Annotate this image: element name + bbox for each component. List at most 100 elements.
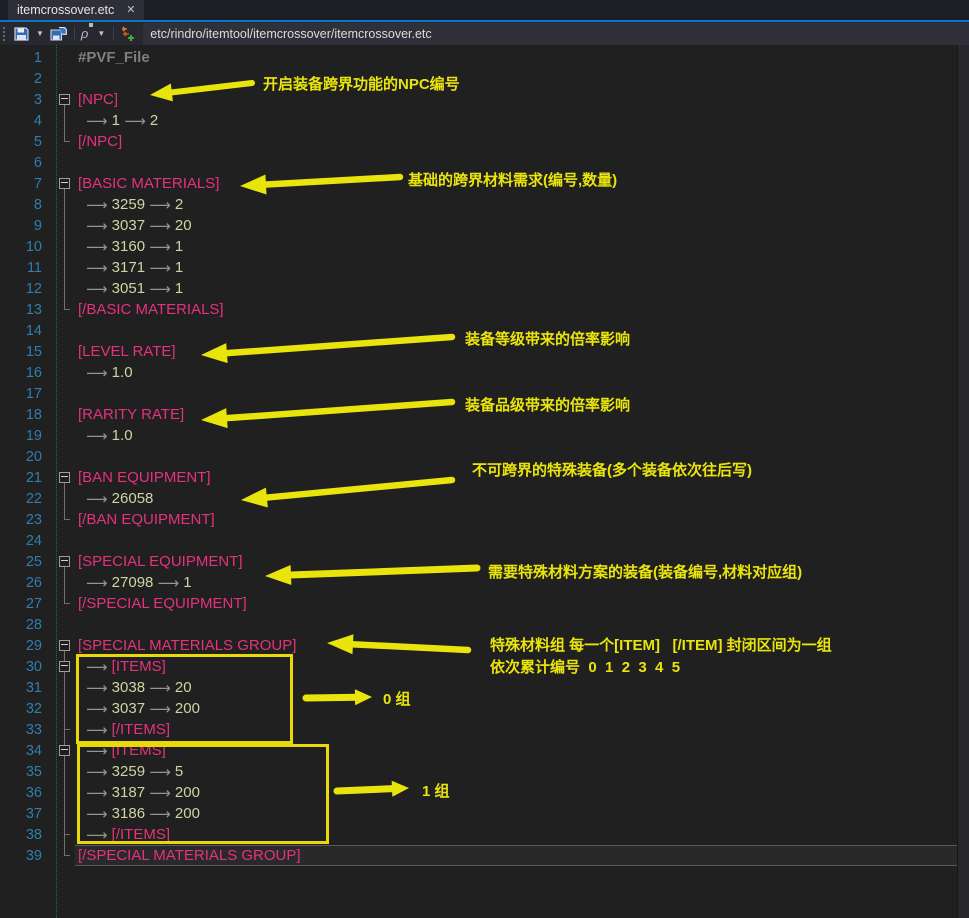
code-text: [LEVEL RATE] bbox=[75, 341, 958, 362]
toolbar-separator bbox=[74, 26, 75, 41]
fold-collapse-icon[interactable] bbox=[56, 551, 75, 572]
line-number: 27 bbox=[0, 596, 56, 612]
pvf-tag: [ITEMS] bbox=[112, 742, 166, 759]
code-line[interactable]: 35⟶ 3259 ⟶ 5 bbox=[0, 761, 969, 782]
code-line[interactable]: 25[SPECIAL EQUIPMENT] bbox=[0, 551, 969, 572]
code-line[interactable]: 14 bbox=[0, 320, 969, 341]
fold-collapse-icon[interactable] bbox=[56, 89, 75, 110]
code-text bbox=[75, 530, 958, 551]
code-text bbox=[75, 152, 958, 173]
tree-sync-icon[interactable] bbox=[118, 23, 139, 44]
code-line[interactable]: 6 bbox=[0, 152, 969, 173]
save-dropdown-caret[interactable]: ▼ bbox=[32, 29, 48, 38]
fold-collapse-icon[interactable] bbox=[56, 173, 75, 194]
vertical-scrollbar[interactable] bbox=[957, 45, 969, 918]
code-text: [RARITY RATE] bbox=[75, 404, 958, 425]
code-line[interactable]: 10⟶ 3160 ⟶ 1 bbox=[0, 236, 969, 257]
line-number: 35 bbox=[0, 764, 56, 780]
toolbar: ▼ ρ ▼ etc/rindro/itemtool/itemcrossover/… bbox=[0, 22, 969, 45]
code-text: ⟶ 3038 ⟶ 20 bbox=[75, 677, 958, 698]
code-text: ⟶ 3171 ⟶ 1 bbox=[75, 257, 958, 278]
code-line[interactable]: 5[/NPC] bbox=[0, 131, 969, 152]
line-number: 3 bbox=[0, 92, 56, 108]
code-line[interactable]: 15[LEVEL RATE] bbox=[0, 341, 969, 362]
pvf-tag: [SPECIAL EQUIPMENT] bbox=[78, 553, 242, 570]
fold-collapse-icon[interactable] bbox=[56, 467, 75, 488]
pvf-value: 1 bbox=[171, 259, 184, 276]
code-text: ⟶ 27098 ⟶ 1 bbox=[75, 572, 958, 593]
code-line[interactable]: 7[BASIC MATERIALS] bbox=[0, 173, 969, 194]
code-line[interactable]: 12⟶ 3051 ⟶ 1 bbox=[0, 278, 969, 299]
tab-bar: itemcrossover.etc ✕ bbox=[0, 0, 969, 20]
tab-itemcrossover[interactable]: itemcrossover.etc ✕ bbox=[8, 0, 144, 20]
code-line[interactable]: 36⟶ 3187 ⟶ 200 bbox=[0, 782, 969, 803]
code-line[interactable]: 23[/BAN EQUIPMENT] bbox=[0, 509, 969, 530]
code-line[interactable]: 22⟶ 26058 bbox=[0, 488, 969, 509]
pvf-tag: [ITEMS] bbox=[112, 658, 166, 675]
code-line[interactable]: 20 bbox=[0, 446, 969, 467]
line-number: 34 bbox=[0, 743, 56, 759]
code-line[interactable]: 33⟶ [/ITEMS] bbox=[0, 719, 969, 740]
line-number: 22 bbox=[0, 491, 56, 507]
code-line[interactable]: 24 bbox=[0, 530, 969, 551]
fold-guide bbox=[56, 425, 75, 446]
code-line[interactable]: 26⟶ 27098 ⟶ 1 bbox=[0, 572, 969, 593]
code-line[interactable]: 18[RARITY RATE] bbox=[0, 404, 969, 425]
fold-guide bbox=[56, 131, 75, 152]
fold-collapse-icon[interactable] bbox=[56, 656, 75, 677]
line-number: 19 bbox=[0, 428, 56, 444]
pvf-value: 3171 bbox=[108, 259, 150, 276]
code-line[interactable]: 19⟶ 1.0 bbox=[0, 425, 969, 446]
line-number: 23 bbox=[0, 512, 56, 528]
save-icon[interactable] bbox=[11, 23, 32, 44]
arrow-glyph: ⟶ bbox=[86, 805, 108, 823]
fold-guide bbox=[56, 488, 75, 509]
arrow-glyph: ⟶ bbox=[86, 427, 108, 445]
code-line[interactable]: 32⟶ 3037 ⟶ 200 bbox=[0, 698, 969, 719]
save-as-icon[interactable] bbox=[48, 23, 70, 44]
arrow-glyph: ⟶ bbox=[86, 238, 108, 256]
tab-label: itemcrossover.etc bbox=[17, 3, 114, 17]
code-line[interactable]: 16⟶ 1.0 bbox=[0, 362, 969, 383]
code-line[interactable]: 3[NPC] bbox=[0, 89, 969, 110]
code-line[interactable]: 11⟶ 3171 ⟶ 1 bbox=[0, 257, 969, 278]
code-text: ⟶ [/ITEMS] bbox=[75, 824, 958, 845]
code-text: ⟶ 1.0 bbox=[75, 362, 958, 383]
code-line[interactable]: 8⟶ 3259 ⟶ 2 bbox=[0, 194, 969, 215]
fold-guide bbox=[56, 383, 75, 404]
format-dropdown-caret[interactable]: ▼ bbox=[93, 29, 109, 38]
file-path-field[interactable]: etc/rindro/itemtool/itemcrossover/itemcr… bbox=[143, 23, 969, 45]
code-line[interactable]: 17 bbox=[0, 383, 969, 404]
code-line[interactable]: 28 bbox=[0, 614, 969, 635]
pvf-tag: [/NPC] bbox=[78, 133, 122, 150]
fold-collapse-icon[interactable] bbox=[56, 635, 75, 656]
code-text: ⟶ 3187 ⟶ 200 bbox=[75, 782, 958, 803]
toolbar-grip-handle[interactable] bbox=[2, 26, 7, 41]
code-line[interactable]: 37⟶ 3186 ⟶ 200 bbox=[0, 803, 969, 824]
arrow-glyph: ⟶ bbox=[149, 280, 171, 298]
code-line[interactable]: 29 [SPECIAL MATERIALS GROUP] bbox=[0, 635, 969, 656]
code-line[interactable]: 39[/SPECIAL MATERIALS GROUP] bbox=[0, 845, 969, 866]
line-number: 29 bbox=[0, 638, 56, 654]
arrow-glyph: ⟶ bbox=[124, 112, 146, 130]
code-line[interactable]: 21[BAN EQUIPMENT] bbox=[0, 467, 969, 488]
code-line[interactable]: 31⟶ 3038 ⟶ 20 bbox=[0, 677, 969, 698]
code-line[interactable]: 38⟶ [/ITEMS] bbox=[0, 824, 969, 845]
pvf-tag: [SPECIAL MATERIALS GROUP] bbox=[78, 637, 296, 654]
code-line[interactable]: 1#PVF_File bbox=[0, 47, 969, 68]
fold-collapse-icon[interactable] bbox=[56, 740, 75, 761]
code-line[interactable]: 4⟶ 1 ⟶ 2 bbox=[0, 110, 969, 131]
code-line[interactable]: 2 bbox=[0, 68, 969, 89]
code-line[interactable]: 34⟶ [ITEMS] bbox=[0, 740, 969, 761]
code-editor[interactable]: 1#PVF_File23[NPC]4⟶ 1 ⟶ 25[/NPC]67[BASIC… bbox=[0, 45, 969, 918]
pvf-tag: [/BASIC MATERIALS] bbox=[78, 301, 224, 318]
code-line[interactable]: 9⟶ 3037 ⟶ 20 bbox=[0, 215, 969, 236]
code-line[interactable]: 30⟶ [ITEMS] bbox=[0, 656, 969, 677]
code-line[interactable]: 13[/BASIC MATERIALS] bbox=[0, 299, 969, 320]
arrow-glyph: ⟶ bbox=[86, 721, 112, 739]
code-line[interactable]: 27[/SPECIAL EQUIPMENT] bbox=[0, 593, 969, 614]
fold-guide bbox=[56, 299, 75, 320]
close-icon[interactable]: ✕ bbox=[126, 5, 135, 16]
format-icon[interactable]: ρ bbox=[79, 23, 93, 44]
pvf-value: 2 bbox=[146, 112, 159, 129]
